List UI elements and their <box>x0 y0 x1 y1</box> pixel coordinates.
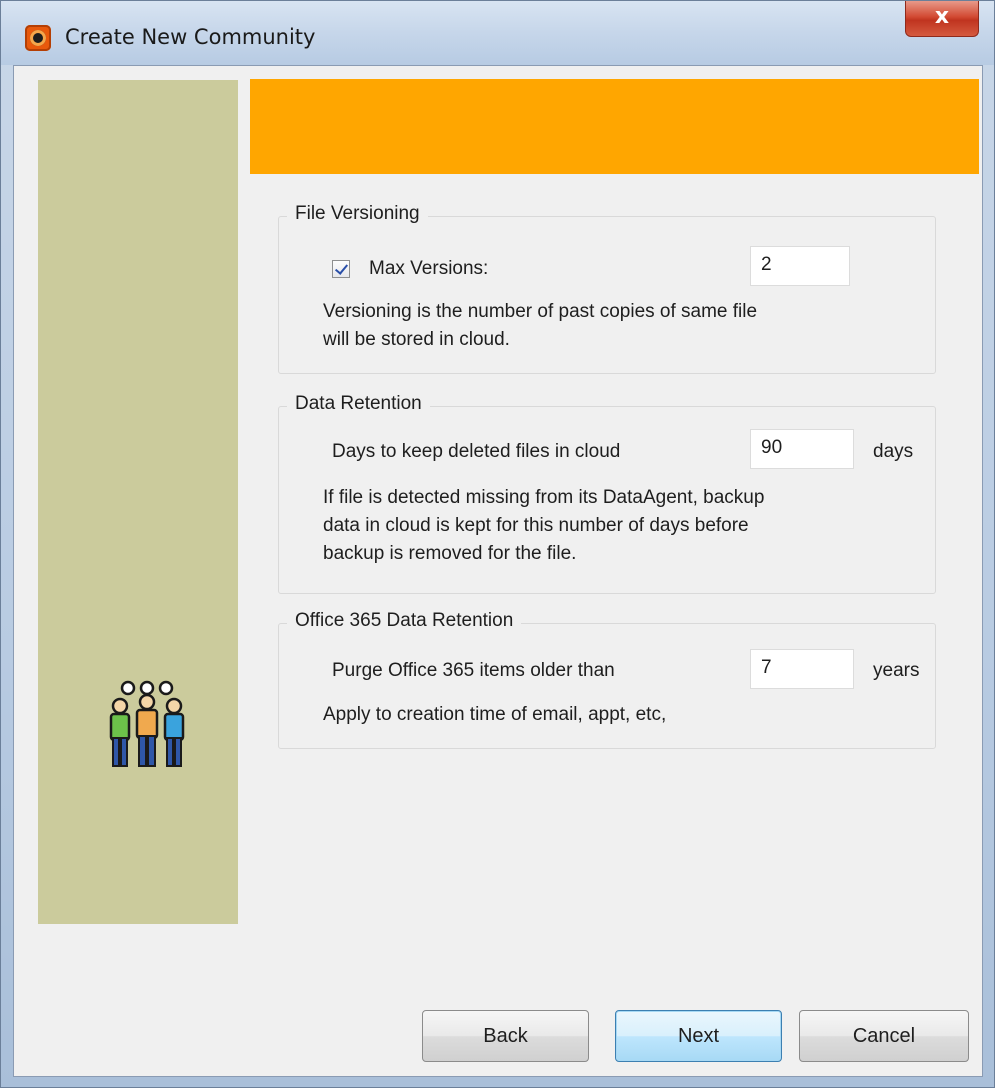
retention-description-line-2: data in cloud is kept for this number of… <box>323 515 749 536</box>
dialog-window: Create New Community x File Versioning M… <box>0 0 995 1088</box>
office365-retention-group: Office 365 Data Retention Purge Office 3… <box>278 610 936 749</box>
side-panel <box>38 80 238 924</box>
app-icon <box>25 25 51 51</box>
close-button[interactable]: x <box>905 1 979 37</box>
max-versions-checkbox[interactable] <box>332 260 350 278</box>
people-group-icon <box>109 680 185 767</box>
purge-years-input[interactable]: 7 <box>750 649 854 689</box>
window-title: Create New Community <box>65 25 316 49</box>
versioning-description-line-1: Versioning is the number of past copies … <box>323 301 758 322</box>
next-button[interactable]: Next <box>615 1010 782 1062</box>
dialog-content: File Versioning Max Versions: 2 Versioni… <box>13 65 983 1077</box>
purge-items-label: Purge Office 365 items older than <box>332 660 615 681</box>
retention-description-line-3: backup is removed for the file. <box>323 543 577 564</box>
versioning-description-line-2: will be stored in cloud. <box>323 329 510 350</box>
header-banner <box>250 79 979 174</box>
retention-description-line-1: If file is detected missing from its Dat… <box>323 487 765 508</box>
office365-retention-title: Office 365 Data Retention <box>287 610 522 632</box>
back-button[interactable]: Back <box>422 1010 589 1062</box>
days-to-keep-input[interactable]: 90 <box>750 429 854 469</box>
data-retention-group: Data Retention Days to keep deleted file… <box>278 393 936 594</box>
file-versioning-title: File Versioning <box>287 203 428 225</box>
max-versions-label: Max Versions: <box>369 258 489 279</box>
office365-description: Apply to creation time of email, appt, e… <box>323 704 667 725</box>
days-to-keep-label: Days to keep deleted files in cloud <box>332 441 621 462</box>
days-unit-label: days <box>873 441 914 462</box>
cancel-button[interactable]: Cancel <box>799 1010 969 1062</box>
title-bar[interactable]: Create New Community x <box>1 1 994 65</box>
file-versioning-group: File Versioning Max Versions: 2 Versioni… <box>278 203 936 374</box>
max-versions-input[interactable]: 2 <box>750 246 850 286</box>
years-unit-label: years <box>873 660 920 681</box>
data-retention-title: Data Retention <box>287 393 430 415</box>
